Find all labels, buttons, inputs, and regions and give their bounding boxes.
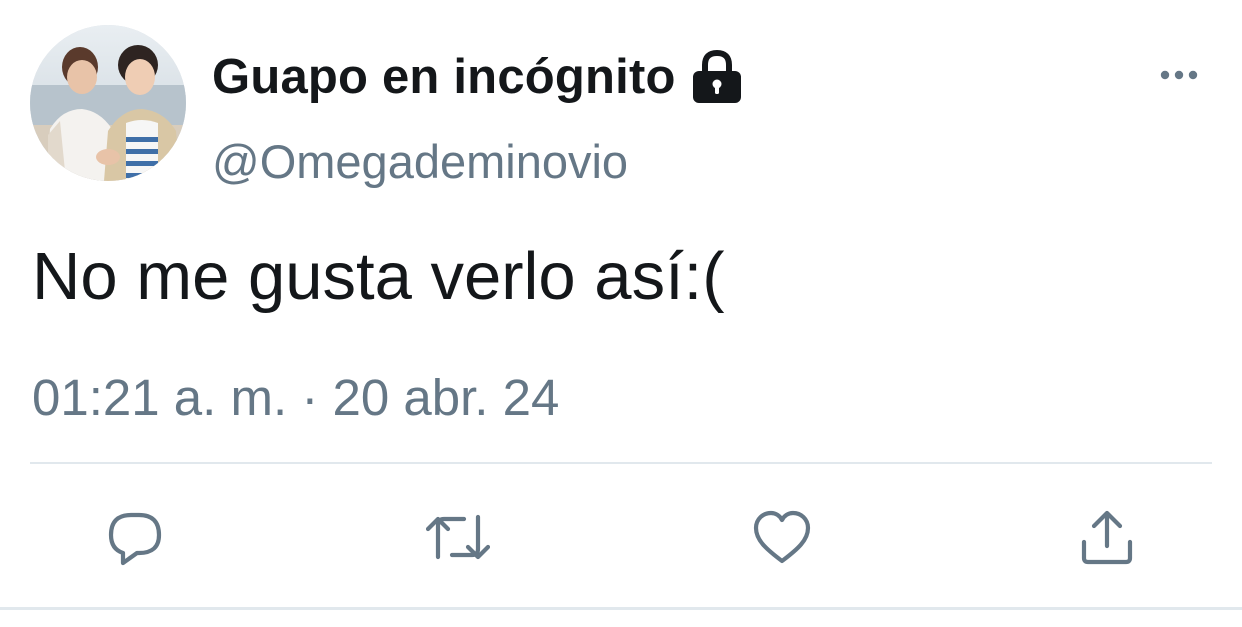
divider	[30, 462, 1212, 464]
reply-icon	[108, 512, 162, 566]
reply-button[interactable]	[103, 505, 167, 569]
user-avatar-icon	[30, 25, 186, 181]
tweet-card: Guapo en incógnito @Omegademinovio No me…	[0, 0, 1242, 627]
lock-icon	[690, 49, 744, 105]
like-button[interactable]	[750, 505, 814, 569]
retweet-button[interactable]	[426, 505, 490, 569]
display-name[interactable]: Guapo en incógnito	[212, 49, 676, 105]
share-button[interactable]	[1075, 505, 1139, 569]
tweet-timestamp[interactable]: 01:21 a. m. · 20 abr. 24	[32, 368, 559, 427]
bottom-divider	[0, 607, 1242, 610]
author-handle[interactable]: @Omegademinovio	[212, 134, 628, 189]
author-name-row: Guapo en incógnito	[212, 44, 744, 110]
avatar[interactable]	[30, 25, 186, 181]
tweet-text: No me gusta verlo así:(	[32, 239, 725, 314]
heart-icon	[753, 510, 811, 564]
share-icon	[1081, 510, 1133, 565]
more-icon[interactable]	[1158, 60, 1200, 90]
retweet-icon	[426, 514, 490, 560]
